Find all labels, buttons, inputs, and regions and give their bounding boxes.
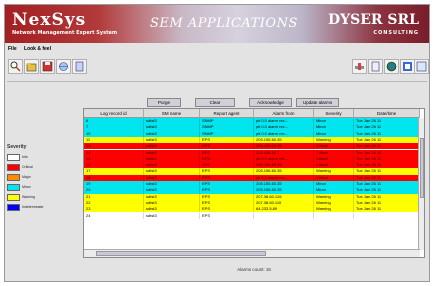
legend-label: Minor: [22, 185, 31, 189]
tools-button[interactable]: [352, 59, 367, 74]
help-icon: [403, 62, 412, 71]
menu-look-and-feel[interactable]: Look & feel: [24, 46, 51, 52]
horizontal-scrollbar[interactable]: [84, 249, 420, 257]
document-icon: [75, 61, 84, 72]
legend-label: Indeterminate: [22, 205, 44, 209]
legend-label: Major: [22, 175, 31, 179]
legend-title: Severity: [7, 144, 27, 150]
app-logo: NexSys: [12, 10, 87, 30]
exit-button[interactable]: [414, 59, 429, 74]
brand-subtitle: CONSULTING: [373, 30, 419, 36]
page-icon: [371, 61, 380, 72]
legend-swatch: [7, 173, 20, 181]
column-header[interactable]: Report agent: [200, 109, 254, 118]
legend-label: Warning: [22, 195, 35, 199]
legend-rows: Info Critical Major Minor Warning Indetermina…: [7, 152, 59, 212]
network-button[interactable]: [56, 59, 71, 74]
magnifier-icon: [10, 61, 21, 72]
vertical-scroll-thumb[interactable]: [420, 138, 424, 198]
purge-button[interactable]: Purge: [147, 98, 181, 107]
app-window: NexSys Network Management Expert System …: [4, 4, 430, 282]
column-header[interactable]: Alarm from: [254, 109, 314, 118]
table-cell: 24: [84, 212, 144, 219]
clear-button[interactable]: Clear: [195, 98, 235, 107]
table-cell: EPS: [200, 212, 254, 219]
legend-item: Critical: [7, 162, 59, 172]
table-row[interactable]: 24 sdtst3 EPS: [84, 212, 420, 219]
legend-item: Warning: [7, 192, 59, 202]
acknowledge-button[interactable]: Acknowledge: [249, 98, 292, 107]
legend-swatch: [7, 183, 20, 191]
column-header[interactable]: Date/time: [354, 109, 420, 118]
legend-item: Major: [7, 172, 59, 182]
brand-logo: DYSER SRL: [327, 12, 419, 28]
vertical-scrollbar[interactable]: [418, 118, 424, 250]
legend-item: Indeterminate: [7, 202, 59, 212]
app-banner: NexSys Network Management Expert System …: [5, 5, 429, 43]
legend-label: Critical: [22, 165, 33, 169]
table-header: Log record id SM name Report agent Alarm fr…: [84, 109, 420, 118]
folder-icon: [26, 63, 37, 72]
zoom-button[interactable]: [8, 59, 23, 74]
legend-item: Minor: [7, 182, 59, 192]
open-button[interactable]: [24, 59, 39, 74]
tools-icon: [355, 63, 364, 70]
network-icon: [59, 62, 68, 71]
globe-button[interactable]: [384, 59, 399, 74]
legend-label: Info: [22, 155, 28, 159]
column-header[interactable]: SM name: [144, 109, 200, 118]
save-button[interactable]: [40, 59, 55, 74]
severity-legend: Severity Info Critical Major Minor Warning In…: [7, 144, 59, 212]
legend-swatch: [7, 153, 20, 161]
table-cell: [254, 212, 314, 219]
table-cell: [354, 212, 420, 219]
table-cell: [314, 212, 354, 219]
menu-file[interactable]: File: [8, 46, 17, 52]
table-cell: sdtst3: [144, 212, 200, 219]
column-header[interactable]: Severity: [314, 109, 354, 118]
legend-swatch: [7, 203, 20, 211]
floppy-icon: [42, 61, 53, 72]
alarms-table: Log record id SM name Report agent Alarm fr…: [83, 108, 425, 258]
update-alarms-button[interactable]: Update alarms: [296, 98, 339, 107]
app-logo-subtitle: Network Management Expert System: [12, 30, 118, 36]
table-body: 6 sdtst3 SNMP pit 0.0 alarm rec... Minor Tue …: [84, 118, 420, 250]
toolbar-divider: [7, 81, 427, 82]
globe-icon: [386, 61, 397, 72]
alarms-count-status: Alarms count: 16: [237, 267, 271, 272]
page-button[interactable]: [368, 59, 383, 74]
legend-item: Info: [7, 152, 59, 162]
help-button[interactable]: [400, 59, 415, 74]
menu-bar: File Look & feel: [5, 44, 429, 54]
info-button[interactable]: [72, 59, 87, 74]
horizontal-scroll-thumb[interactable]: [96, 251, 266, 256]
legend-swatch: [7, 163, 20, 171]
app-title: SEM APPLICATIONS: [150, 16, 298, 31]
legend-swatch: [7, 193, 20, 201]
column-header[interactable]: Log record id: [84, 109, 144, 118]
toolbar: [5, 55, 429, 79]
exit-icon: [416, 61, 427, 72]
